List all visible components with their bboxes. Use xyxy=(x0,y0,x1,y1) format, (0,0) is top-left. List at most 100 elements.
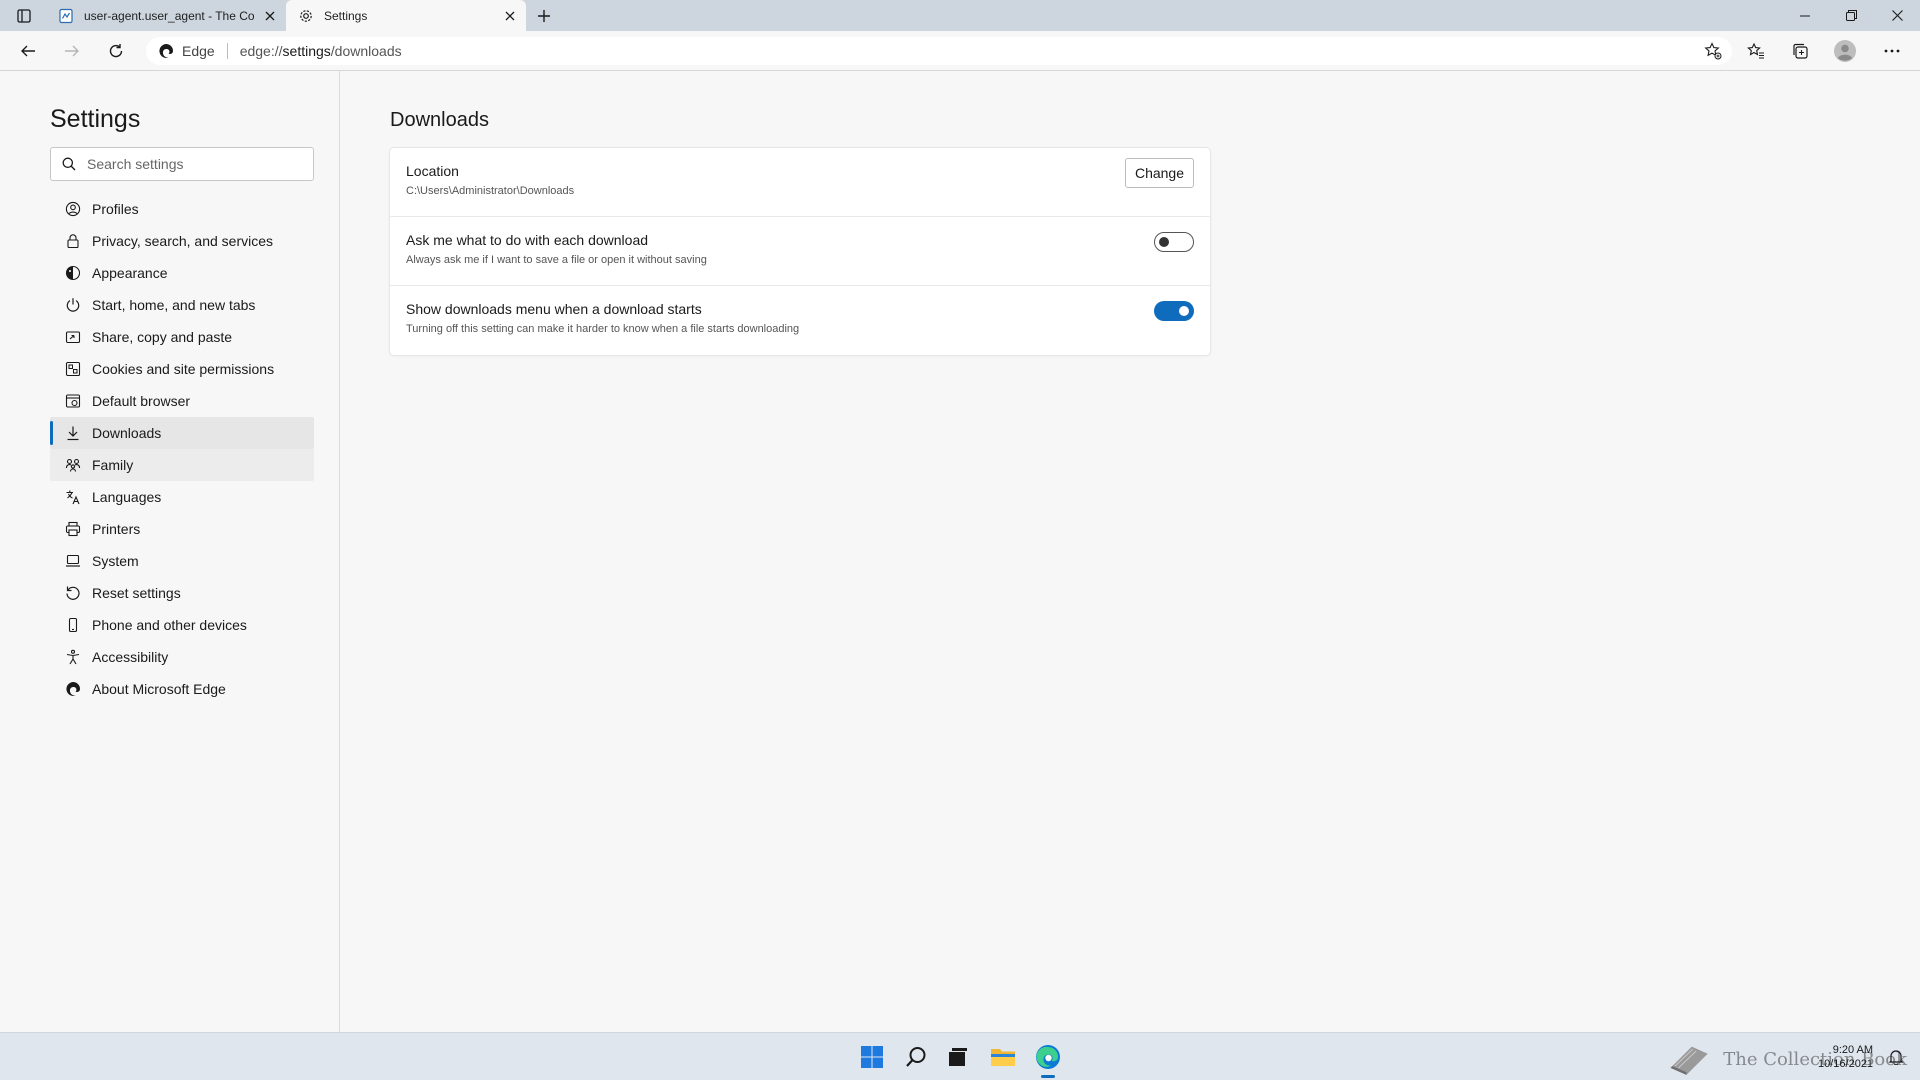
address-bar[interactable]: Edge edge://settings/downloads xyxy=(146,37,1732,65)
clock-time: 9:20 AM xyxy=(1832,1044,1874,1056)
sidebar-item-languages[interactable]: Languages xyxy=(50,481,314,513)
tab-strip: user-agent.user_agent - The Coll Setting… xyxy=(0,0,1920,31)
sidebar-item-default-browser[interactable]: Default browser xyxy=(50,385,314,417)
task-view-icon xyxy=(949,1048,967,1066)
sidebar-item-family[interactable]: Family xyxy=(50,449,314,481)
more-menu-button[interactable] xyxy=(1878,37,1906,65)
sidebar-item-cookies[interactable]: Cookies and site permissions xyxy=(50,353,314,385)
sidebar-item-label: Privacy, search, and services xyxy=(92,233,274,249)
sidebar-item-label: Appearance xyxy=(92,265,168,281)
edge-icon xyxy=(64,680,82,698)
sidebar-item-downloads[interactable]: Downloads xyxy=(50,417,314,449)
settings-nav: Profiles Privacy, search, and services A… xyxy=(50,193,314,705)
gear-icon xyxy=(298,8,314,24)
sidebar-item-label: Profiles xyxy=(92,201,139,217)
power-icon xyxy=(64,296,82,314)
close-icon xyxy=(1891,10,1903,21)
address-separator xyxy=(226,43,228,59)
close-window-button[interactable] xyxy=(1874,0,1920,31)
sidebar-item-label: Cookies and site permissions xyxy=(92,361,275,377)
show-downloads-menu-description: Turning off this setting can make it har… xyxy=(406,323,800,335)
sidebar-item-reset[interactable]: Reset settings xyxy=(50,577,314,609)
notifications-button[interactable] xyxy=(1880,1041,1912,1073)
location-path: C:\Users\Administrator\Downloads xyxy=(406,185,575,197)
minimize-button[interactable] xyxy=(1782,0,1828,31)
url-host: settings xyxy=(282,43,331,59)
refresh-button[interactable] xyxy=(102,37,130,65)
accessibility-icon xyxy=(64,648,82,666)
folder-icon xyxy=(991,1049,1015,1066)
sidebar-item-privacy[interactable]: Privacy, search, and services xyxy=(50,225,314,257)
show-downloads-menu-title: Show downloads menu when a download star… xyxy=(406,301,702,317)
sidebar-item-appearance[interactable]: Appearance xyxy=(50,257,314,289)
sidebar-item-profiles[interactable]: Profiles xyxy=(50,193,314,225)
task-view-button[interactable] xyxy=(942,1041,974,1073)
location-row: Location C:\Users\Administrator\Download… xyxy=(390,148,1210,217)
ask-each-download-description: Always ask me if I want to save a file o… xyxy=(406,254,707,266)
tab-actions-button[interactable] xyxy=(8,4,40,28)
sidebar-item-accessibility[interactable]: Accessibility xyxy=(50,641,314,673)
location-title: Location xyxy=(406,163,459,179)
minimize-icon xyxy=(1800,15,1810,16)
ask-each-download-toggle[interactable] xyxy=(1154,232,1194,252)
star-add-icon xyxy=(1704,42,1722,60)
plus-icon xyxy=(538,10,550,22)
sidebar-item-system[interactable]: System xyxy=(50,545,314,577)
file-explorer-button[interactable] xyxy=(987,1041,1019,1073)
url-prefix: edge:// xyxy=(239,43,283,59)
site-identity[interactable]: Edge xyxy=(146,43,215,59)
favorites-button[interactable] xyxy=(1742,37,1770,65)
restore-icon xyxy=(1845,10,1857,21)
ask-each-download-row: Ask me what to do with each download Alw… xyxy=(390,217,1210,286)
profile-button[interactable] xyxy=(1831,37,1859,65)
favorites-icon xyxy=(1747,42,1764,59)
document-icon xyxy=(58,8,74,24)
clock-date: 10/16/2021 xyxy=(1818,1058,1874,1070)
add-favorite-button[interactable] xyxy=(1702,41,1724,61)
search-icon xyxy=(51,157,87,171)
sidebar-item-label: Phone and other devices xyxy=(92,617,247,633)
new-tab-button[interactable] xyxy=(532,4,556,28)
show-downloads-menu-toggle[interactable] xyxy=(1154,301,1194,321)
start-button[interactable] xyxy=(856,1041,888,1073)
phone-icon xyxy=(64,616,82,634)
sidebar-item-label: Share, copy and paste xyxy=(92,329,233,345)
site-label: Edge xyxy=(182,43,215,59)
system-clock[interactable]: 9:20 AM 10/16/2021 xyxy=(1818,1043,1873,1071)
profile-icon xyxy=(64,200,82,218)
edge-icon xyxy=(1036,1045,1060,1069)
tab-actions-icon xyxy=(17,9,31,23)
sidebar-item-phone[interactable]: Phone and other devices xyxy=(50,609,314,641)
close-tab-icon[interactable] xyxy=(502,8,518,24)
tab-user-agent[interactable]: user-agent.user_agent - The Coll xyxy=(46,0,286,31)
settings-title: Settings xyxy=(50,105,141,133)
sidebar-item-share[interactable]: Share, copy and paste xyxy=(50,321,314,353)
forward-button[interactable] xyxy=(58,37,86,65)
edge-taskbar-button[interactable] xyxy=(1032,1041,1064,1078)
url-text[interactable]: edge://settings/downloads xyxy=(240,43,402,59)
reset-icon xyxy=(64,584,82,602)
page-title: Downloads xyxy=(390,109,489,131)
book-icon xyxy=(1670,1046,1708,1075)
restore-button[interactable] xyxy=(1828,0,1874,31)
sidebar-item-label: Accessibility xyxy=(92,649,169,665)
sidebar-item-start-home[interactable]: Start, home, and new tabs xyxy=(50,289,314,321)
taskbar-search-button[interactable] xyxy=(900,1041,932,1073)
search-input[interactable] xyxy=(87,156,297,172)
sidebar-item-label: Default browser xyxy=(92,393,191,409)
languages-icon xyxy=(64,488,82,506)
settings-main: Downloads Location C:\Users\Administrato… xyxy=(341,71,1920,1032)
tab-settings[interactable]: Settings xyxy=(286,0,526,31)
collections-button[interactable] xyxy=(1786,37,1814,65)
family-icon xyxy=(64,456,82,474)
refresh-icon xyxy=(109,44,123,58)
download-icon xyxy=(64,424,82,442)
change-location-button[interactable]: Change xyxy=(1124,158,1194,188)
printer-icon xyxy=(64,520,82,538)
sidebar-item-printers[interactable]: Printers xyxy=(50,513,314,545)
back-button[interactable] xyxy=(14,37,42,65)
sidebar-item-about[interactable]: About Microsoft Edge xyxy=(50,673,314,705)
search-settings-box[interactable] xyxy=(50,147,314,181)
show-downloads-menu-row: Show downloads menu when a download star… xyxy=(390,286,1210,355)
close-tab-icon[interactable] xyxy=(262,8,278,24)
